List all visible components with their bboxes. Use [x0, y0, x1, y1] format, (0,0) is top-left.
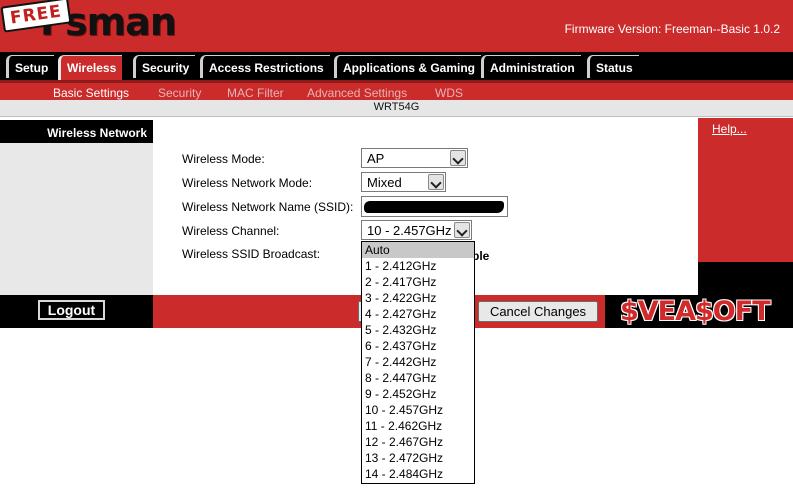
tab-administration[interactable]: Administration	[481, 55, 581, 78]
channel-value: 10 - 2.457GHz	[367, 223, 452, 238]
submenu-wds[interactable]: WDS	[435, 86, 463, 100]
channel-select[interactable]: 10 - 2.457GHz	[361, 220, 472, 240]
channel-option[interactable]: 8 - 2.447GHz	[362, 370, 474, 386]
wireless-mode-value: AP	[367, 151, 385, 166]
corner-slant	[640, 262, 698, 295]
firmware-version: Firmware Version: Freeman--Basic 1.0.2	[564, 22, 780, 36]
tab-security[interactable]: Security	[133, 55, 196, 78]
channel-option[interactable]: Auto	[362, 242, 474, 258]
main-tab-bar: Setup Wireless Security Access Restrictions…	[0, 52, 793, 80]
channel-option[interactable]: 12 - 2.467GHz	[362, 434, 474, 450]
channel-option[interactable]: 11 - 2.462GHz	[362, 418, 474, 434]
submenu-basic-settings[interactable]: Basic Settings	[53, 86, 129, 100]
help-link[interactable]: Help...	[712, 122, 747, 136]
channel-option[interactable]: 7 - 2.442GHz	[362, 354, 474, 370]
ssid-input[interactable]	[361, 196, 508, 217]
submenu-mac-filter[interactable]: MAC Filter	[227, 86, 284, 100]
model-name: WRT54G	[0, 100, 793, 117]
channel-dropdown-list[interactable]: Auto 1 - 2.412GHz 2 - 2.417GHz 3 - 2.422GHz…	[361, 241, 475, 484]
ssid-redaction	[364, 201, 504, 213]
chevron-down-icon[interactable]	[450, 150, 466, 166]
channel-option[interactable]: 3 - 2.422GHz	[362, 290, 474, 306]
cancel-changes-button[interactable]: Cancel Changes	[478, 301, 598, 322]
corner-decoration	[698, 262, 793, 295]
router-admin-page: FREE Fsman Firmware Version: Freeman--Ba…	[0, 0, 793, 489]
channel-option[interactable]: 1 - 2.412GHz	[362, 258, 474, 274]
logout-button[interactable]: Logout	[38, 300, 105, 320]
channel-option[interactable]: 4 - 2.427GHz	[362, 306, 474, 322]
channel-option[interactable]: 13 - 2.472GHz	[362, 450, 474, 466]
channel-option[interactable]: 14 - 2.484GHz	[362, 466, 474, 482]
header: FREE Fsman Firmware Version: Freeman--Ba…	[0, 0, 793, 52]
tab-status[interactable]: Status	[587, 55, 639, 78]
network-mode-value: Mixed	[367, 175, 402, 190]
chevron-down-icon[interactable]	[428, 174, 444, 190]
channel-option[interactable]: 6 - 2.437GHz	[362, 338, 474, 354]
ssid-broadcast-label: Wireless SSID Broadcast:	[182, 247, 321, 261]
submenu-advanced-settings[interactable]: Advanced Settings	[307, 86, 407, 100]
network-mode-select[interactable]: Mixed	[361, 172, 446, 192]
veasoft-logo: $VEA$OFT	[620, 296, 771, 327]
tab-applications-gaming[interactable]: Applications & Gaming	[334, 55, 482, 78]
network-mode-label: Wireless Network Mode:	[182, 176, 313, 190]
tab-wireless[interactable]: Wireless	[58, 55, 123, 80]
section-title: Wireless Network	[0, 120, 153, 144]
freeman-logo: FREE Fsman	[0, 0, 177, 48]
channel-option[interactable]: 2 - 2.417GHz	[362, 274, 474, 290]
tab-setup[interactable]: Setup	[6, 55, 55, 78]
channel-option[interactable]: 10 - 2.457GHz	[362, 402, 474, 418]
submenu-security[interactable]: Security	[158, 86, 201, 100]
tab-access-restrictions[interactable]: Access Restrictions	[200, 55, 330, 78]
channel-option[interactable]: 5 - 2.432GHz	[362, 322, 474, 338]
channel-label: Wireless Channel:	[182, 224, 280, 238]
left-panel	[0, 143, 153, 295]
sub-menu: Basic Settings Security MAC Filter Advanced…	[0, 80, 793, 100]
chevron-down-icon[interactable]	[454, 222, 470, 238]
ssid-label: Wireless Network Name (SSID):	[182, 200, 354, 214]
help-column	[698, 118, 793, 263]
wireless-mode-label: Wireless Mode:	[182, 152, 265, 166]
channel-option[interactable]: 9 - 2.452GHz	[362, 386, 474, 402]
wireless-mode-select[interactable]: AP	[361, 148, 468, 168]
